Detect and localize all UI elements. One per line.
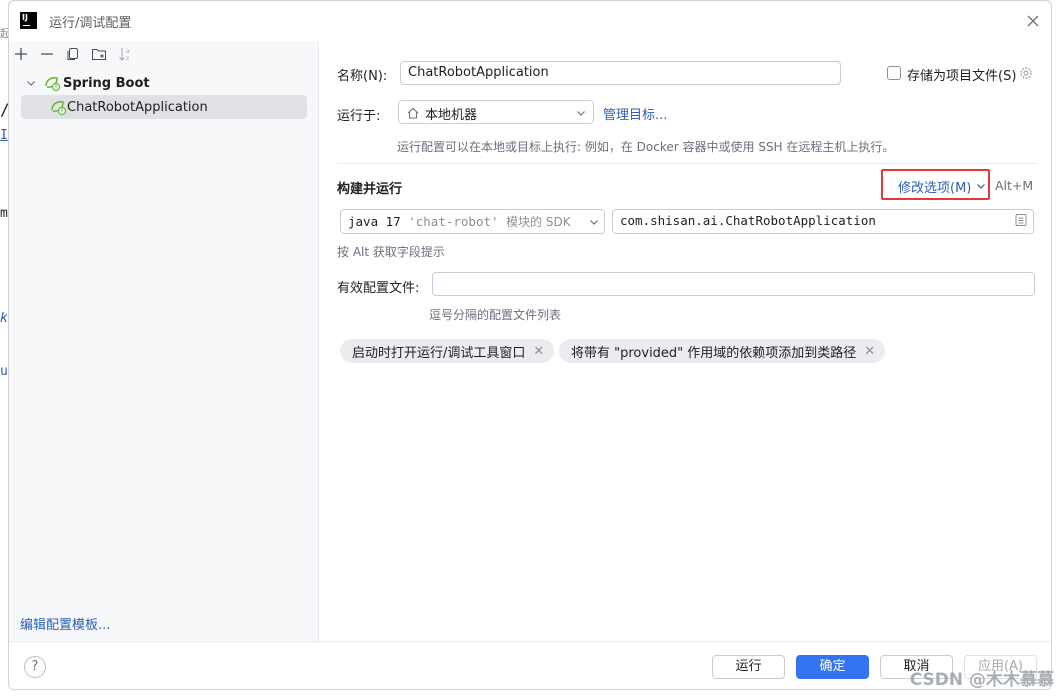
run-on-hint: 运行配置可以在本地或目标上执行: 例如，在 Docker 容器中或使用 SSH … [397, 140, 895, 154]
editor-fragment: k [0, 311, 8, 326]
tree-item-label: ChatRobotApplication [67, 99, 208, 115]
configurations-sidebar: az Spring Boot ChatRobotApplication 编辑配置… [9, 41, 319, 641]
remove-icon [41, 53, 53, 55]
close-icon [1027, 15, 1039, 27]
tree-group-label: Spring Boot [63, 75, 150, 91]
editor-fragment: m [0, 206, 8, 221]
tree-group-spring-boot[interactable]: Spring Boot [21, 71, 311, 95]
browse-class-icon[interactable] [1014, 213, 1028, 227]
build-and-run-heading: 构建并运行 [337, 182, 403, 197]
ok-button[interactable]: 确定 [796, 655, 869, 679]
editor-fragment: u [0, 364, 8, 379]
run-on-select[interactable]: 本地机器 [398, 100, 594, 124]
chevron-down-icon [590, 220, 598, 225]
tree-item-chatrobotapplication[interactable]: ChatRobotApplication [21, 95, 307, 119]
add-icon [15, 48, 27, 60]
sidebar-toolbar: az [9, 41, 318, 67]
help-button[interactable]: ? [24, 656, 46, 678]
remove-configuration-button[interactable] [37, 44, 57, 64]
option-chip-open-tool-window[interactable]: 启动时打开运行/调试工具窗口 ✕ [340, 339, 555, 363]
manage-targets-link[interactable]: 管理目标... [603, 104, 667, 123]
title-bar[interactable]: IJ 运行/调试配置 [9, 1, 1051, 41]
chip-label: 将带有 "provided" 作用域的依赖项添加到类路径 [571, 345, 857, 361]
close-button[interactable] [1023, 11, 1043, 31]
main-class-field[interactable]: com.shisan.ai.ChatRobotApplication [612, 209, 1034, 234]
home-icon [407, 107, 419, 119]
remove-chip-icon[interactable]: ✕ [533, 344, 544, 359]
remove-chip-icon[interactable]: ✕ [864, 344, 875, 359]
jdk-suffix: 模块的 SDK [506, 215, 571, 229]
add-configuration-button[interactable] [11, 44, 31, 64]
name-field[interactable]: ChatRobotApplication [400, 61, 841, 85]
intellij-logo-icon: IJ [20, 12, 37, 29]
active-profiles-field[interactable] [432, 272, 1035, 296]
store-as-project-file-label: 存储为项目文件(S) [907, 69, 1017, 84]
chevron-down-icon [577, 111, 585, 116]
dialog-footer: ? 运行 确定 取消 应用(A) [9, 641, 1051, 689]
jdk-module: 'chat-robot' [408, 214, 499, 229]
name-label: 名称(N): [337, 69, 388, 84]
configuration-editor: 名称(N): ChatRobotApplication 存储为项目文件(S) 运… [320, 41, 1051, 641]
sort-button[interactable]: az [115, 44, 135, 64]
modify-options-link[interactable]: 修改选项(M) [898, 177, 971, 196]
copy-configuration-button[interactable] [63, 44, 83, 64]
svg-text:a: a [126, 48, 130, 55]
jdk-version: java 17 [348, 214, 401, 229]
jdk-select[interactable]: java 17 'chat-robot' 模块的 SDK [340, 209, 605, 234]
section-separator [337, 163, 1037, 164]
editor-fragment: I [0, 128, 8, 143]
run-on-label: 运行于: [337, 109, 381, 124]
edit-configuration-templates-link[interactable]: 编辑配置模板... [20, 614, 110, 633]
run-button[interactable]: 运行 [712, 655, 785, 679]
store-as-project-file-checkbox[interactable] [887, 66, 901, 80]
modify-options-shortcut: Alt+M [995, 178, 1034, 193]
new-folder-button[interactable] [89, 44, 109, 64]
sort-icon: az [119, 48, 130, 62]
option-chip-provided-scope[interactable]: 将带有 "provided" 作用域的依赖项添加到类路径 ✕ [559, 339, 886, 363]
run-on-value: 本地机器 [425, 108, 478, 123]
logo-text: IJ [22, 13, 28, 22]
chevron-down-icon [27, 81, 35, 86]
spring-boot-icon [45, 77, 61, 92]
copy-icon [67, 48, 78, 60]
active-profiles-hint: 逗号分隔的配置文件列表 [429, 308, 562, 322]
active-profiles-label: 有效配置文件: [337, 281, 420, 296]
chip-label: 启动时打开运行/调试工具窗口 [352, 345, 526, 361]
gear-icon[interactable] [1018, 65, 1034, 81]
run-debug-configurations-dialog: IJ 运行/调试配置 az Spring Boot ChatRobotAppli… [8, 0, 1052, 690]
svg-text:z: z [126, 55, 129, 62]
dialog-title: 运行/调试配置 [49, 16, 132, 31]
watermark: CSDN @木木慕慕 [909, 670, 1054, 690]
spring-boot-icon [51, 101, 67, 116]
alt-hint: 按 Alt 获取字段提示 [337, 245, 445, 259]
chevron-down-icon [977, 184, 985, 189]
jdk-dropdown-arrow[interactable] [584, 211, 604, 232]
new-folder-icon [92, 49, 106, 60]
